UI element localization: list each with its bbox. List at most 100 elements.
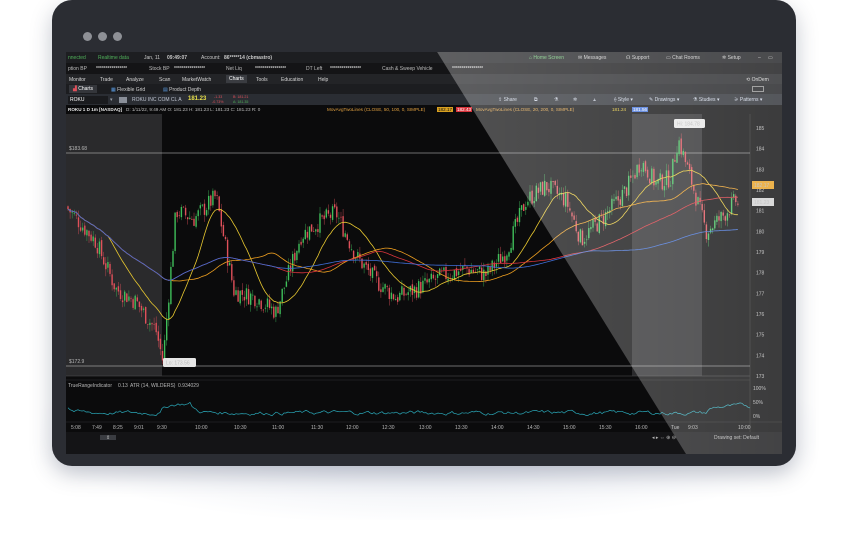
candle-body — [552, 181, 554, 183]
indicator-tick: 50% — [753, 400, 764, 406]
candle-body — [399, 292, 401, 301]
candle-body — [724, 216, 726, 221]
candle-body — [71, 212, 73, 213]
flask-icon[interactable]: ⚗ — [554, 97, 558, 103]
menu-item-charts[interactable]: Charts — [226, 75, 247, 83]
candle-body — [432, 274, 435, 279]
chat-rooms-button[interactable]: ▭ Chat Rooms — [666, 55, 700, 61]
layout-icon[interactable] — [752, 86, 764, 92]
zoom-controls[interactable]: ◂ ▸ ⇔ ⊕ ⊖ — [652, 435, 676, 441]
candle-body — [382, 287, 384, 292]
candle-body — [273, 306, 275, 318]
chevron-down-icon[interactable]: ▾ — [110, 97, 113, 103]
candle-body — [67, 206, 69, 210]
messages-button[interactable]: ✉ Messages — [578, 55, 606, 61]
price-axis-tick: 180 — [756, 229, 765, 235]
menu-item-trade[interactable]: Trade — [100, 77, 113, 83]
menu-item-marketwatch[interactable]: MarketWatch — [182, 77, 211, 83]
candle-body — [260, 300, 262, 310]
menu-item-scan[interactable]: Scan — [159, 77, 170, 83]
candle-body — [317, 229, 319, 232]
expand-icon[interactable]: ⇕ — [106, 435, 110, 441]
symbol-toolbar: ROKU ▾ ROKU INC COM CL A 181.23 -1.33 -0… — [66, 94, 782, 105]
price-axis-tick: 174 — [756, 353, 765, 359]
data-status: Realtime data — [98, 55, 129, 61]
symbol-input[interactable]: ROKU — [68, 95, 108, 104]
candle-body — [598, 214, 600, 233]
detach-icon[interactable]: ⧉ — [534, 97, 538, 103]
minimize-icon[interactable]: – — [758, 55, 761, 61]
account-id[interactable]: 86*****14 (cbmastro) — [224, 55, 272, 61]
date-label: Jan, 11 — [144, 55, 161, 61]
candle-body — [590, 226, 592, 230]
style-button[interactable]: ⟠ Style ▾ — [614, 97, 633, 103]
menu-item-tools[interactable]: Tools — [256, 77, 268, 83]
candle-body — [344, 233, 346, 237]
candle-body — [300, 241, 302, 245]
candle-body — [140, 305, 143, 311]
study1-label[interactable]: MovAvgTwoLines (CLOSE, 50, 100, 0, SIMPL… — [327, 107, 425, 112]
balance-label: Net Liq — [226, 66, 242, 72]
setup-button[interactable]: ✲ Setup — [722, 55, 741, 61]
menu-item-analyze[interactable]: Analyze — [126, 77, 144, 83]
candle-body — [630, 175, 632, 178]
studies-button[interactable]: ⚗ Studies ▾ — [693, 97, 719, 103]
drawing-set-label[interactable]: Drawing set: Default — [714, 435, 760, 441]
menu-item-monitor[interactable]: Monitor — [69, 77, 86, 83]
candle-body — [237, 290, 239, 302]
tab-product-depth[interactable]: ▤ Product Depth — [163, 87, 201, 93]
candle-body — [346, 234, 348, 240]
candle-body — [166, 318, 168, 341]
candle-body — [443, 267, 445, 271]
candle-body — [294, 252, 296, 261]
candle-body — [266, 298, 269, 308]
support-button[interactable]: ☊ Support — [626, 55, 649, 61]
tab-flexible-grid[interactable]: ▦ Flexible Grid — [111, 87, 145, 93]
atr-label[interactable]: ATR (14, WILDERS) — [130, 383, 176, 389]
candle-body — [661, 174, 663, 190]
candle-body — [390, 292, 393, 299]
time-axis-tick: 9:03 — [688, 425, 698, 431]
candle-body — [100, 240, 103, 257]
settings-icon[interactable]: ✲ — [573, 97, 577, 103]
study2-label[interactable]: MovAvgTwoLines (CLOSE, 20, 200, 0, SIMPL… — [476, 107, 574, 112]
support-icon: ☊ — [626, 55, 631, 61]
price-chart[interactable]: $183.68 $172.9 Hi: 184.78 Lo: 173.56 185… — [66, 114, 782, 454]
menu-item-help[interactable]: Help — [318, 77, 328, 83]
menu-item-education[interactable]: Education — [281, 77, 303, 83]
candle-body — [575, 221, 577, 232]
candle-body — [636, 164, 638, 178]
candle-body — [676, 152, 678, 163]
study-legend: ROKU 1 D 1m [NASDAQ] D: 1/11/22, 9:49 AM… — [66, 105, 782, 114]
pin-icon[interactable]: ⫨ — [593, 97, 596, 103]
indicator-label[interactable]: TrueRangeIndicator — [68, 383, 112, 389]
candle-body — [380, 289, 382, 293]
candle-body — [594, 218, 596, 222]
share-button[interactable]: ⇪ Share — [498, 97, 517, 103]
candle-body — [180, 207, 183, 218]
home-screen-button[interactable]: ⌂ Home Screen — [529, 55, 564, 61]
candle-body — [508, 252, 510, 257]
candle-body — [430, 273, 432, 280]
window-icon[interactable]: ▭ — [768, 55, 773, 61]
candle-body — [245, 288, 248, 300]
price-axis-tick: 173 — [756, 374, 765, 380]
tab-charts[interactable]: ▟ Charts — [69, 85, 97, 93]
candle-body — [434, 278, 437, 280]
time-axis-tick: Tue — [671, 425, 680, 431]
candle-body — [355, 258, 357, 260]
ondemand-button[interactable]: ⟲ OnDem — [746, 77, 769, 83]
chat-icon: ▭ — [666, 55, 671, 61]
tab-flexible-grid-label: Flexible Grid — [117, 86, 146, 93]
candle-body — [331, 206, 334, 220]
drawings-button[interactable]: ✎ Drawings ▾ — [649, 97, 679, 103]
candle-body — [298, 243, 300, 253]
patterns-button[interactable]: ⚞ Patterns ▾ — [734, 97, 762, 103]
bid-price: B: 181.21 — [233, 95, 249, 99]
symbol-description: ROKU INC COM CL A — [132, 97, 182, 103]
candle-body — [546, 182, 548, 191]
candle-body — [674, 160, 676, 162]
candle-body — [168, 302, 170, 320]
link-icon[interactable] — [119, 96, 127, 103]
price-axis-tick: 178 — [756, 271, 765, 277]
